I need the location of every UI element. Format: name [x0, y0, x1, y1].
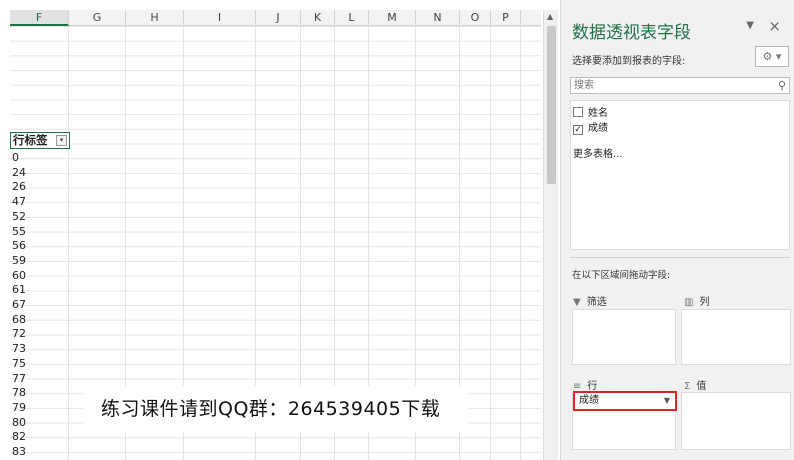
pivot-header-label: 行标签: [13, 133, 48, 147]
close-icon[interactable]: ×: [768, 17, 781, 35]
drag-hint-text: 在以下区域间拖动字段:: [572, 270, 671, 281]
pivot-row-value[interactable]: 83: [12, 445, 26, 459]
rows-field-chip[interactable]: 成绩 ▼: [573, 391, 677, 411]
pivot-row-value[interactable]: 72: [12, 327, 26, 341]
watermark-banner: 练习课件请到QQ群：264539405下载: [83, 386, 469, 432]
rows-field-label: 成绩: [579, 395, 599, 406]
pivot-row-value[interactable]: 26: [12, 180, 26, 194]
column-header-n[interactable]: N: [416, 10, 460, 26]
more-tables-link[interactable]: 更多表格...: [573, 145, 623, 160]
field-label: 成绩: [588, 123, 608, 134]
pivot-row-value[interactable]: 79: [12, 401, 26, 415]
pivot-row-value[interactable]: 60: [12, 269, 26, 283]
pivot-row-value[interactable]: 24: [12, 166, 26, 180]
columns-drop-area[interactable]: [681, 309, 791, 365]
filter-icon: ▼: [573, 297, 581, 308]
columns-icon: ▥: [684, 297, 694, 308]
pivot-row-value[interactable]: 82: [12, 430, 26, 444]
checkbox-checked[interactable]: ✓: [573, 125, 583, 135]
checkbox-unchecked[interactable]: [573, 107, 583, 117]
pivot-row-value[interactable]: 59: [12, 254, 26, 268]
column-header-f[interactable]: F: [10, 10, 69, 26]
scrollbar-thumb[interactable]: [547, 26, 556, 184]
scroll-up-icon[interactable]: ▲: [547, 12, 553, 21]
values-area-label: Σ值: [684, 381, 707, 392]
column-header-m[interactable]: M: [369, 10, 416, 26]
sigma-icon: Σ: [684, 381, 691, 392]
field-list: 姓名 ✓ 成绩 更多表格...: [570, 100, 790, 250]
gear-button[interactable]: ⚙ ▾: [755, 46, 789, 67]
field-item-name[interactable]: 姓名: [573, 107, 608, 121]
column-header-p[interactable]: P: [491, 10, 521, 26]
pivot-row-value[interactable]: 73: [12, 342, 26, 356]
search-box[interactable]: ⚲: [570, 77, 790, 94]
pivot-row-value[interactable]: 52: [12, 210, 26, 224]
field-label: 姓名: [588, 108, 608, 119]
column-header-k[interactable]: K: [301, 10, 335, 26]
column-header-h[interactable]: H: [126, 10, 184, 26]
values-drop-area[interactable]: [681, 392, 791, 450]
pivot-row-label-header[interactable]: 行标签 ▾: [10, 132, 70, 149]
filters-drop-area[interactable]: [572, 309, 676, 365]
gear-icon: ⚙ ▾: [762, 50, 782, 63]
pivot-row-value[interactable]: 80: [12, 416, 26, 430]
column-header-g[interactable]: G: [69, 10, 126, 26]
grid-vline: [68, 26, 69, 460]
vertical-scrollbar[interactable]: ▲: [543, 10, 558, 460]
filters-area-label: ▼ 筛选: [573, 297, 607, 308]
panel-subtitle: 选择要添加到报表的字段:: [572, 56, 686, 67]
column-header-o[interactable]: O: [460, 10, 491, 26]
pivot-row-value[interactable]: 47: [12, 195, 26, 209]
pivot-row-value[interactable]: 68: [12, 313, 26, 327]
column-header-j[interactable]: J: [256, 10, 301, 26]
panel-options-chevron-icon[interactable]: ▼: [746, 20, 754, 31]
panel-divider: [570, 257, 790, 258]
search-icon[interactable]: ⚲: [778, 79, 786, 92]
search-input[interactable]: [571, 78, 761, 93]
pivot-row-value[interactable]: 77: [12, 372, 26, 386]
column-header-l[interactable]: L: [335, 10, 369, 26]
rows-area-label: ≡ 行: [573, 381, 598, 392]
panel-title: 数据透视表字段: [572, 23, 691, 43]
grid-vline: [490, 26, 491, 460]
grid-vline: [520, 26, 521, 460]
pivot-row-value[interactable]: 55: [12, 225, 26, 239]
pivot-fields-panel: 数据透视表字段 ▼ × 选择要添加到报表的字段: ⚙ ▾ ⚲ 姓名 ✓ 成绩 更多…: [560, 0, 794, 460]
column-header-i[interactable]: I: [184, 10, 256, 26]
dropdown-filter-icon[interactable]: ▾: [56, 135, 67, 146]
columns-area-label: ▥ 列: [684, 297, 710, 308]
pivot-row-value[interactable]: 75: [12, 357, 26, 371]
pivot-row-value[interactable]: 0: [12, 151, 19, 165]
column-header-bar: FGHIJKLMNOP: [10, 10, 541, 26]
chevron-down-icon[interactable]: ▼: [664, 393, 670, 409]
pivot-row-value[interactable]: 78: [12, 386, 26, 400]
field-item-score[interactable]: ✓ 成绩: [573, 122, 608, 136]
pivot-row-value[interactable]: 61: [12, 283, 26, 297]
pivot-row-value[interactable]: 56: [12, 239, 26, 253]
pivot-row-value[interactable]: 67: [12, 298, 26, 312]
